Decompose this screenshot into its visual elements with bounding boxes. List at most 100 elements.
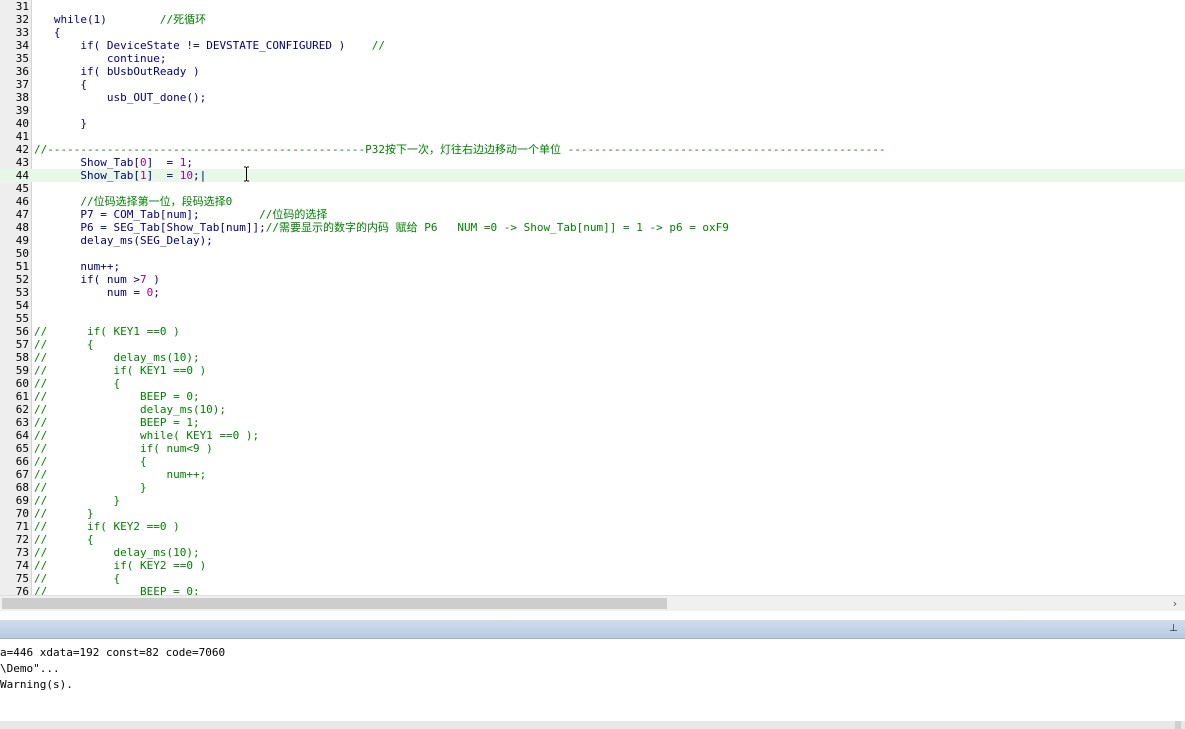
code-text[interactable]: if( num >7 ) [34,273,159,286]
code-text[interactable]: // { [34,533,94,546]
code-line[interactable]: 50 [0,247,1185,260]
code-text[interactable]: } [34,117,87,130]
code-line[interactable]: 63 // BEEP = 1; [0,416,1185,429]
code-text[interactable]: // { [34,572,120,585]
code-text[interactable]: // delay_ms(10); [34,546,200,559]
code-line[interactable]: 41 [0,130,1185,143]
code-text[interactable]: // if( KEY2 ==0 ) [34,559,206,572]
code-line[interactable]: 34 if( DeviceState != DEVSTATE_CONFIGURE… [0,39,1185,52]
code-line[interactable]: 73 // delay_ms(10); [0,546,1185,559]
code-line[interactable]: 70 // } [0,507,1185,520]
splitter[interactable] [0,611,1185,620]
code-line[interactable]: 57 // { [0,338,1185,351]
code-text[interactable]: while(1) //死循环 [34,13,206,26]
code-text[interactable]: // } [34,481,147,494]
code-line[interactable]: 53 num = 0; [0,286,1185,299]
code-line[interactable]: 71 // if( KEY2 ==0 ) [0,520,1185,533]
scrollbar-thumb[interactable] [2,598,667,609]
code-line[interactable]: 75 // { [0,572,1185,585]
code-line[interactable]: 68 // } [0,481,1185,494]
code-line[interactable]: 55 [0,312,1185,325]
code-text[interactable]: // while( KEY1 ==0 ); [34,429,259,442]
code-text[interactable]: { [34,78,87,91]
code-text[interactable]: // BEEP = 0; [34,585,200,595]
code-line[interactable]: 69 // } [0,494,1185,507]
code-line[interactable]: 36 if( bUsbOutReady ) [0,65,1185,78]
code-text[interactable]: // } [34,507,94,520]
code-line[interactable]: 45 [0,182,1185,195]
code-text[interactable]: // if( KEY1 ==0 ) [34,364,206,377]
line-number: 37 [15,78,29,91]
code-line[interactable]: 58 // delay_ms(10); [0,351,1185,364]
code-line[interactable]: 40 } [0,117,1185,130]
code-text[interactable]: if( bUsbOutReady ) [34,65,199,78]
code-text[interactable]: // if( KEY1 ==0 ) [34,325,180,338]
chevron-right-icon[interactable]: › [1169,596,1181,611]
code-line[interactable]: 48 P6 = SEG_Tab[Show_Tab[num]];//需要显示的数字… [0,221,1185,234]
code-line[interactable]: 60 // { [0,377,1185,390]
code-text[interactable]: num = 0; [34,286,160,299]
code-line[interactable]: 33 { [0,26,1185,39]
code-line[interactable]: 39 [0,104,1185,117]
pin-icon[interactable]: ⊥ [1169,623,1179,635]
code-line[interactable]: 51 num++; [0,260,1185,273]
line-number: 61 [15,390,29,403]
code-text[interactable]: // delay_ms(10); [34,351,200,364]
code-text[interactable]: { [34,26,61,39]
code-editor[interactable]: 31 32 while(1) //死循环 33 {34 if( DeviceStat… [0,0,1185,595]
code-text[interactable]: // BEEP = 0; [34,390,200,403]
code-text[interactable]: // { [34,338,94,351]
code-line[interactable]: 37 { [0,78,1185,91]
resize-grip[interactable] [1175,721,1181,729]
code-comment: //--------------------------------------… [34,143,886,156]
code-text[interactable]: // } [34,494,120,507]
build-output-panel[interactable]: a=446 xdata=192 const=82 code=7060 \Demo… [0,645,1185,721]
code-text[interactable]: continue; [34,52,167,65]
code-line[interactable]: 72 // { [0,533,1185,546]
code-text[interactable]: //--------------------------------------… [34,143,886,156]
code-text[interactable]: P7 = COM_Tab[num]; //位码的选择 [34,208,327,221]
code-keyword: continue [106,52,160,65]
code-line[interactable]: 46 //位码选择第一位，段码选择0 [0,195,1185,208]
code-line[interactable]: 38 usb_OUT_done(); [0,91,1185,104]
code-text[interactable]: //位码选择第一位，段码选择0 [34,195,232,208]
code-text[interactable]: usb_OUT_done(); [34,91,206,104]
code-line[interactable]: 64 // while( KEY1 ==0 ); [0,429,1185,442]
code-line[interactable]: 35 continue; [0,52,1185,65]
code-line[interactable]: 47 P7 = COM_Tab[num]; //位码的选择 [0,208,1185,221]
code-line[interactable]: 43 Show_Tab[0] = 1; [0,156,1185,169]
code-text[interactable]: num++; [34,260,120,273]
code-line[interactable]: 59 // if( KEY1 ==0 ) [0,364,1185,377]
line-number: 31 [15,0,29,13]
code-line[interactable]: 56 // if( KEY1 ==0 ) [0,325,1185,338]
code-text[interactable]: if( DeviceState != DEVSTATE_CONFIGURED )… [34,39,385,52]
code-text[interactable]: // if( num<9 ) [34,442,213,455]
code-text[interactable]: // BEEP = 1; [34,416,200,429]
code-line[interactable]: 42 //------------------------------------… [0,143,1185,156]
code-text[interactable]: // { [34,377,120,390]
code-text[interactable]: // delay_ms(10); [34,403,226,416]
code-line[interactable]: 32 while(1) //死循环 [0,13,1185,26]
code-text[interactable]: // { [34,455,147,468]
code-line[interactable]: 76 // BEEP = 0; [0,585,1185,595]
code-text[interactable]: // if( KEY2 ==0 ) [34,520,180,533]
current-code-line[interactable]: 44 Show_Tab[1] = 10;| [0,169,1185,182]
code-line[interactable]: 52 if( num >7 ) [0,273,1185,286]
code-line[interactable]: 66 // { [0,455,1185,468]
code-line[interactable]: 62 // delay_ms(10); [0,403,1185,416]
code-text[interactable]: Show_Tab[0] = 1; [34,156,193,169]
code-line[interactable]: 49 delay_ms(SEG_Delay); [0,234,1185,247]
code-line[interactable]: 74 // if( KEY2 ==0 ) [0,559,1185,572]
code-text[interactable]: delay_ms(SEG_Delay); [34,234,212,247]
code-comment: // } [34,481,147,494]
code-line[interactable]: 65 // if( num<9 ) [0,442,1185,455]
code-text[interactable]: P6 = SEG_Tab[Show_Tab[num]];//需要显示的数字的内码… [34,221,729,234]
code-line[interactable]: 67 // num++; [0,468,1185,481]
code-text[interactable]: // num++; [34,468,206,481]
horizontal-scrollbar[interactable]: › [0,595,1185,611]
code-text[interactable]: Show_Tab[1] = 10;| [34,169,206,182]
code-line[interactable]: 31 [0,0,1185,13]
code-line[interactable]: 54 [0,299,1185,312]
code-line[interactable]: 61 // BEEP = 0; [0,390,1185,403]
